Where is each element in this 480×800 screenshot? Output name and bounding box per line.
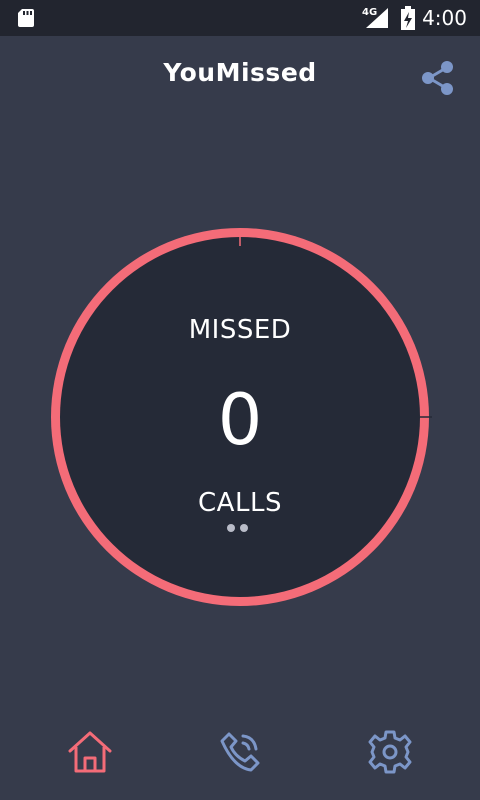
missed-label: MISSED	[188, 315, 292, 345]
app-screen: 4G 4:00 YouMissed MISSED 0 CALLS	[0, 0, 480, 800]
page-dot	[240, 524, 248, 532]
network-type-label: 4G	[362, 7, 378, 18]
status-clock: 4:00	[422, 6, 467, 30]
sd-card-icon	[17, 8, 35, 28]
app-title: YouMissed	[163, 58, 317, 87]
calls-label: CALLS	[198, 488, 282, 518]
page-indicator	[225, 524, 255, 534]
nav-settings-button[interactable]	[366, 728, 414, 776]
nav-calls-button[interactable]	[216, 728, 264, 776]
battery-charging-icon	[400, 6, 416, 30]
phone-icon	[216, 728, 264, 776]
page-dot-active	[227, 524, 235, 532]
gear-icon	[366, 728, 414, 776]
nav-home-button[interactable]	[66, 728, 114, 776]
share-icon	[418, 61, 458, 102]
missed-count: 0	[217, 379, 263, 461]
status-bar: 4G 4:00	[0, 0, 480, 36]
home-icon	[66, 728, 114, 776]
share-button[interactable]	[418, 58, 458, 98]
bottom-nav	[0, 720, 480, 780]
